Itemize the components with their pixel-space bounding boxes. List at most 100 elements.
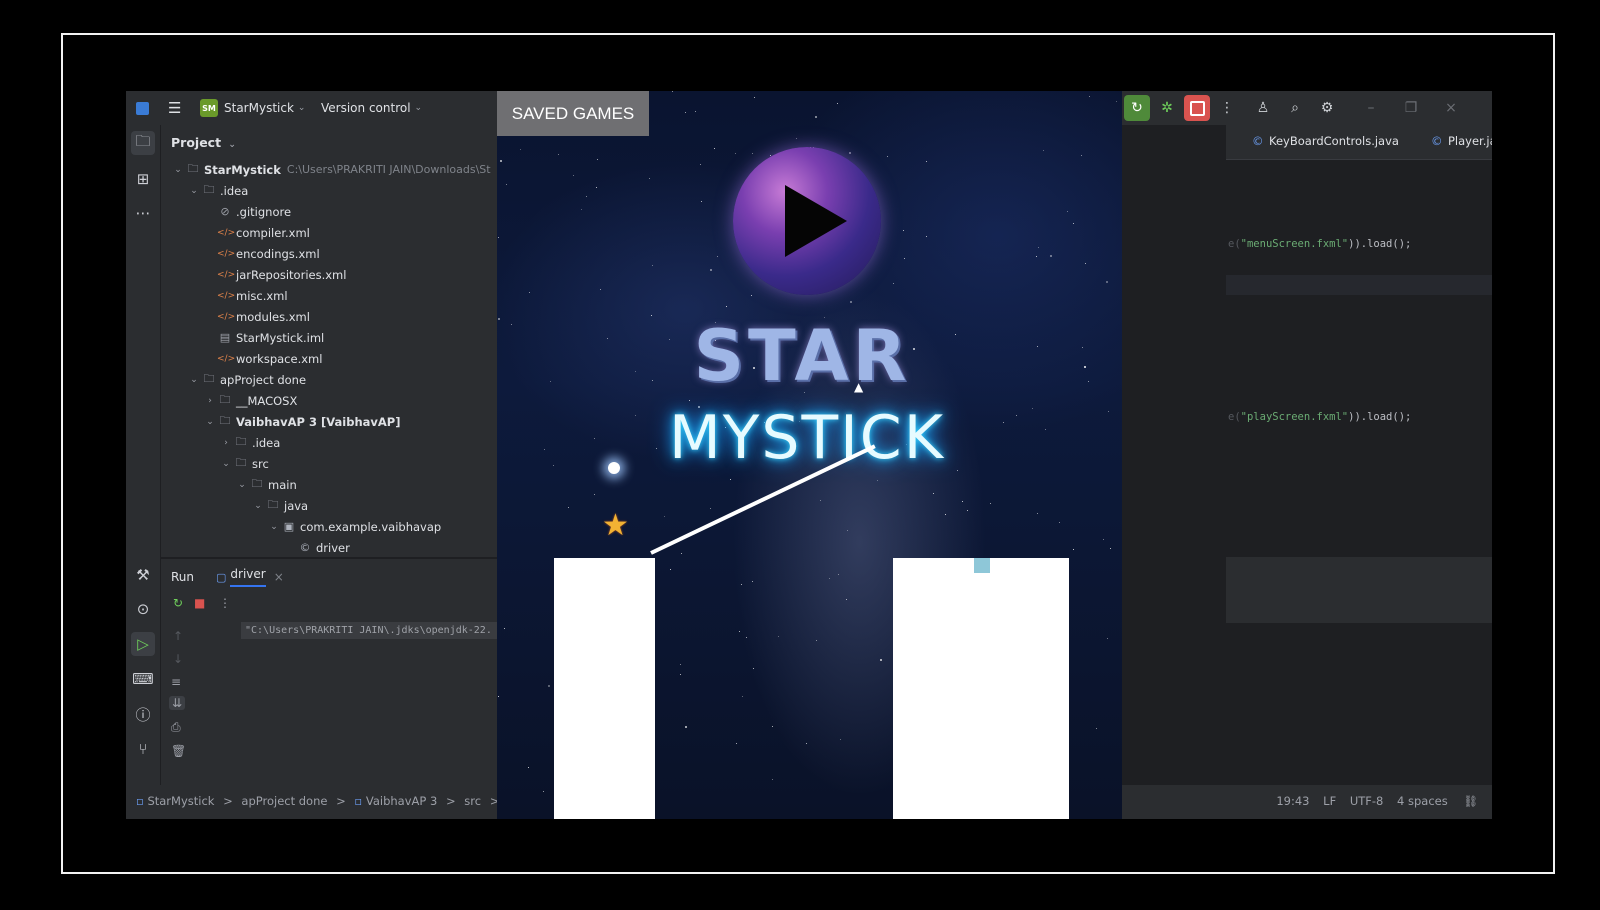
star-dot <box>1003 422 1004 423</box>
tab-divider <box>1226 159 1492 160</box>
project-panel-title[interactable]: Project ⌄ <box>171 135 236 150</box>
tree-item[interactable]: ⌄ 🗀 .idea <box>187 180 248 201</box>
scroll-down-icon[interactable]: ↓ <box>173 652 183 666</box>
chevron-down-icon[interactable]: ⌄ <box>235 480 249 490</box>
game-window: SAVED GAMES STAR MYSTICK ★ ▲ <box>497 91 1122 819</box>
chevron-down-icon[interactable]: ⌄ <box>251 501 265 511</box>
tree-item[interactable]: © driver <box>283 537 350 557</box>
chevron-down-icon: ⌄ <box>228 140 236 150</box>
tree-item[interactable]: </> jarRepositories.xml <box>203 264 346 285</box>
scroll-to-end-icon[interactable]: ⇊ <box>169 696 186 710</box>
chevron-down-icon[interactable]: ⌄ <box>171 165 185 175</box>
breadcrumb-item[interactable]: apProject done <box>241 794 327 808</box>
code-string-1: "menuScreen.fxml" <box>1240 238 1349 250</box>
line-separator[interactable]: LF <box>1323 794 1336 808</box>
star-dot <box>1073 549 1074 550</box>
run-config-small-icon: ▢ <box>216 570 227 584</box>
code-line-play[interactable]: e("playScreen.fxml")).load(); <box>1228 411 1411 423</box>
code-with-me-icon[interactable]: ♙ <box>1250 95 1276 121</box>
stop-button[interactable] <box>1184 95 1210 121</box>
tree-item[interactable]: ▤ StarMystick.iml <box>203 327 324 348</box>
run-tab-label[interactable]: Run <box>171 570 194 584</box>
tree-item-label: modules.xml <box>236 309 310 324</box>
maximize-icon[interactable]: ❐ <box>1398 95 1424 121</box>
indent-setting[interactable]: 4 spaces <box>1397 794 1448 808</box>
tree-item[interactable]: ⌄ ▣ com.example.vaibhavap <box>267 516 441 537</box>
chevron-right-icon[interactable]: › <box>203 396 217 406</box>
close-window-icon[interactable]: × <box>1438 95 1464 121</box>
tree-item[interactable]: ⌄ 🗀 main <box>235 474 297 495</box>
star-dot <box>594 494 595 495</box>
main-menu-icon[interactable]: ☰ <box>168 91 181 125</box>
tree-item[interactable]: ⌄ 🗀 VaibhavAP 3 [VaibhavAP] <box>203 411 400 432</box>
project-view-icon[interactable]: 🗀 <box>131 131 155 155</box>
rerun-icon[interactable]: ↻ <box>173 596 183 610</box>
services-icon[interactable]: ⊙ <box>131 597 155 621</box>
tree-item[interactable]: ⌄ 🗀 StarMystick C:\Users\PRAKRITI JAIN\Down… <box>171 159 490 180</box>
tree-item[interactable]: › 🗀 __MACOSX <box>203 390 297 411</box>
soft-wrap-icon[interactable]: ≡ <box>171 675 181 689</box>
tree-item[interactable]: ⌄ 🗀 src <box>219 453 269 474</box>
code-tail-1: )).load(); <box>1348 238 1412 250</box>
java-class-icon: © <box>1431 134 1443 148</box>
tab-player[interactable]: Player.ja <box>1448 134 1492 148</box>
tree-item[interactable]: </> workspace.xml <box>203 348 322 369</box>
tree-item-label: jarRepositories.xml <box>236 267 347 282</box>
tree-item[interactable]: </> modules.xml <box>203 306 310 327</box>
star-dot <box>754 97 755 98</box>
project-name: StarMystick <box>224 101 294 115</box>
debug-icon[interactable]: ✲ <box>1154 95 1180 121</box>
tree-item[interactable]: </> encodings.xml <box>203 243 320 264</box>
breadcrumb-item[interactable]: src <box>464 794 481 808</box>
chevron-down-icon[interactable]: ⌄ <box>187 375 201 385</box>
tab-keyboardcontrols[interactable]: KeyBoardControls.java <box>1269 134 1399 148</box>
star-dot <box>1103 539 1104 540</box>
project-switcher[interactable]: SM StarMystick ⌄ <box>200 91 305 125</box>
tree-item[interactable]: </> misc.xml <box>203 285 288 306</box>
run-tool-icon[interactable]: ▷ <box>131 632 155 656</box>
stop-run-icon[interactable]: ■ <box>194 596 205 610</box>
terminal-icon[interactable]: ⌨ <box>131 667 155 691</box>
search-icon[interactable]: ⌕ <box>1282 95 1308 121</box>
version-control-menu[interactable]: Version control ⌄ <box>321 91 422 125</box>
problems-icon[interactable]: ⓘ <box>131 702 155 726</box>
settings-icon[interactable]: ⚙ <box>1314 95 1340 121</box>
print-icon[interactable]: ⎙ <box>171 720 181 735</box>
caret-position[interactable]: 19:43 <box>1276 794 1309 808</box>
star-dot <box>1045 429 1046 430</box>
scroll-up-icon[interactable]: ↑ <box>173 629 183 643</box>
star-dot <box>887 156 888 157</box>
structure-icon[interactable]: ⊞ <box>131 167 155 191</box>
saved-games-button[interactable]: SAVED GAMES <box>497 91 649 136</box>
minimize-icon[interactable]: – <box>1358 95 1384 121</box>
play-button[interactable] <box>733 147 881 295</box>
tree-item[interactable]: › 🗀 .idea <box>219 432 280 453</box>
lock-icon[interactable]: ⛓ <box>1463 794 1478 808</box>
tree-item[interactable]: </> compiler.xml <box>203 222 310 243</box>
clear-console-icon[interactable]: 🗑 <box>171 744 186 758</box>
more-actions-icon[interactable]: ⋮ <box>1214 95 1240 121</box>
file-encoding[interactable]: UTF-8 <box>1350 794 1384 808</box>
chevron-down-icon[interactable]: ⌄ <box>203 417 217 427</box>
tab-driver[interactable]: driver <box>230 567 266 587</box>
git-icon[interactable]: ⑂ <box>131 737 155 761</box>
breadcrumb-item[interactable]: StarMystick <box>147 794 214 808</box>
star-dot <box>962 501 963 502</box>
tree-item[interactable]: ⌄ 🗀 java <box>251 495 308 516</box>
more-run-actions-icon[interactable]: ⋮ <box>219 596 231 610</box>
tree-item[interactable]: ⌄ 🗀 apProject done <box>187 369 306 390</box>
chevron-down-icon[interactable]: ⌄ <box>219 459 233 469</box>
chevron-down-icon[interactable]: ⌄ <box>187 186 201 196</box>
chevron-right-icon[interactable]: › <box>219 438 233 448</box>
xml-icon: </> <box>217 290 236 301</box>
build-icon[interactable]: ⚒ <box>131 563 155 587</box>
code-line-menu[interactable]: e("menuScreen.fxml")).load(); <box>1228 238 1411 250</box>
chevron-down-icon[interactable]: ⌄ <box>267 522 281 532</box>
run-tabs: Run ▢ driver × <box>171 565 284 589</box>
run-config-icon[interactable]: ↻ <box>1124 95 1150 121</box>
breadcrumb-item[interactable]: VaibhavAP 3 <box>366 794 437 808</box>
star-dot <box>700 164 701 165</box>
more-tools-icon[interactable]: ⋯ <box>131 201 155 225</box>
close-tab-icon[interactable]: × <box>274 570 284 584</box>
tree-item[interactable]: ⊘ .gitignore <box>203 201 291 222</box>
